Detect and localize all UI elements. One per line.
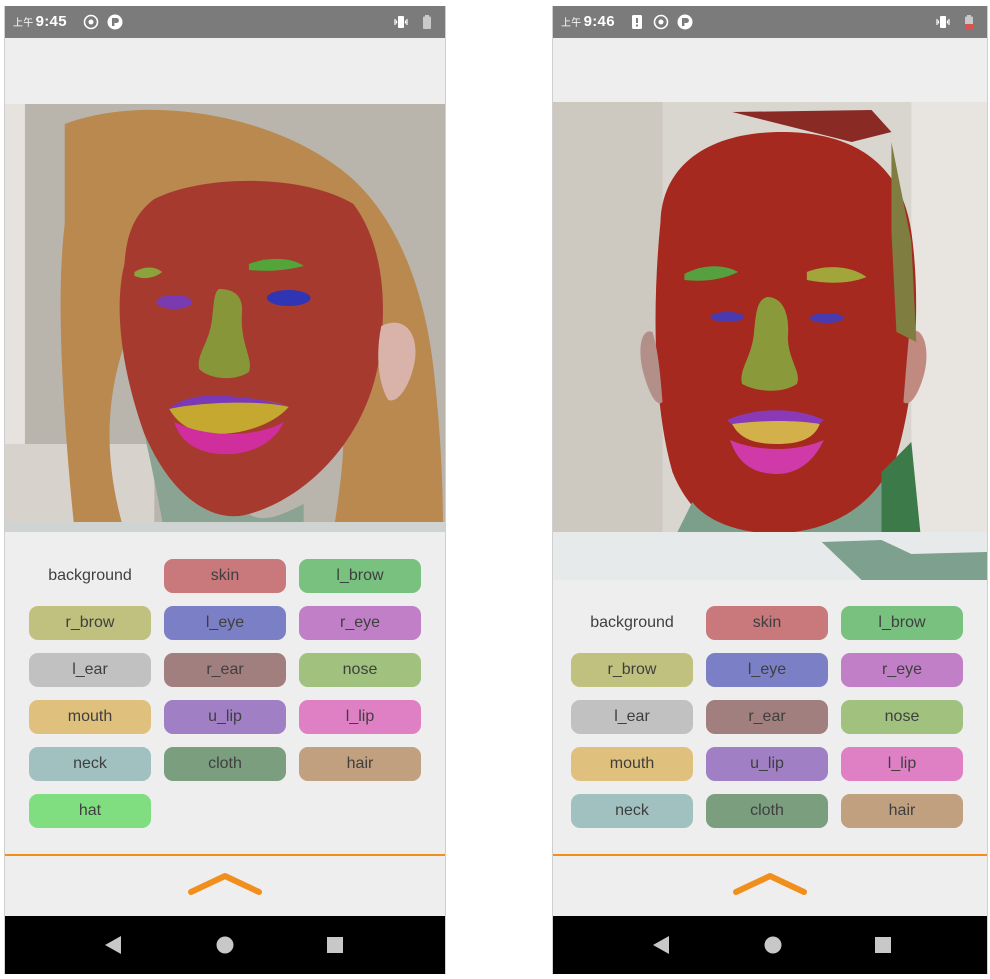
segmented-face-image	[5, 104, 445, 532]
app-notification-icon	[677, 14, 693, 30]
status-ampm: 上午	[561, 18, 582, 29]
label-legend: background skin l_brow r_brow l_eye r_ey…	[29, 559, 421, 828]
status-ampm: 上午	[13, 18, 34, 29]
app-header	[5, 38, 445, 104]
label-l-eye[interactable]: l_eye	[706, 653, 828, 687]
vibrate-icon	[936, 16, 950, 28]
status-icons-left	[83, 14, 123, 30]
app-notification-icon	[107, 14, 123, 30]
chevron-up-icon[interactable]	[730, 868, 810, 898]
comparison-stage: 上午 9:45 background skin l_brow r_brow l_…	[0, 0, 990, 979]
status-time: 上午 9:46	[561, 13, 615, 30]
segmented-face-image	[553, 102, 987, 580]
segmentation-overlay	[5, 104, 445, 532]
home-icon[interactable]	[213, 934, 237, 956]
label-background[interactable]: background	[571, 606, 693, 640]
location-icon	[83, 14, 99, 30]
label-l-lip[interactable]: l_lip	[841, 747, 963, 781]
label-u-lip[interactable]: u_lip	[164, 700, 286, 734]
label-l-lip[interactable]: l_lip	[299, 700, 421, 734]
home-icon[interactable]	[761, 934, 785, 956]
label-cloth[interactable]: cloth	[706, 794, 828, 828]
label-r-ear[interactable]: r_ear	[706, 700, 828, 734]
status-bar: 上午 9:45	[5, 6, 445, 38]
back-icon[interactable]	[649, 934, 673, 956]
orange-divider	[5, 854, 445, 856]
label-hair[interactable]: hair	[841, 794, 963, 828]
label-r-ear[interactable]: r_ear	[164, 653, 286, 687]
chevron-up-icon[interactable]	[185, 868, 265, 898]
label-skin[interactable]: skin	[706, 606, 828, 640]
location-icon	[653, 14, 669, 30]
label-r-brow[interactable]: r_brow	[29, 606, 151, 640]
label-neck[interactable]: neck	[29, 747, 151, 781]
status-clock: 9:45	[35, 13, 67, 30]
system-nav-bar	[5, 916, 445, 974]
label-u-lip[interactable]: u_lip	[706, 747, 828, 781]
recents-icon[interactable]	[871, 934, 895, 956]
alert-icon	[632, 15, 642, 29]
label-background[interactable]: background	[29, 559, 151, 593]
label-hair[interactable]: hair	[299, 747, 421, 781]
status-icons-right	[935, 14, 977, 30]
label-nose[interactable]: nose	[299, 653, 421, 687]
label-l-eye[interactable]: l_eye	[164, 606, 286, 640]
vibrate-icon	[394, 16, 408, 28]
recents-icon[interactable]	[323, 934, 347, 956]
status-bar: 上午 9:46	[553, 6, 987, 38]
label-l-ear[interactable]: l_ear	[571, 700, 693, 734]
label-hat[interactable]: hat	[29, 794, 151, 828]
app-header	[553, 38, 987, 104]
phone-screen-right: 上午 9:46 background skin l_brow r_brow l_…	[552, 6, 988, 974]
status-icons-left	[629, 14, 693, 30]
system-nav-bar	[553, 916, 987, 974]
label-r-eye[interactable]: r_eye	[841, 653, 963, 687]
battery-icon	[965, 15, 973, 29]
back-icon[interactable]	[101, 934, 125, 956]
label-l-ear[interactable]: l_ear	[29, 653, 151, 687]
label-nose[interactable]: nose	[841, 700, 963, 734]
battery-icon	[423, 15, 431, 29]
status-clock: 9:46	[583, 13, 615, 30]
label-cloth[interactable]: cloth	[164, 747, 286, 781]
segmentation-overlay	[553, 102, 987, 580]
orange-divider	[553, 854, 987, 856]
label-skin[interactable]: skin	[164, 559, 286, 593]
label-r-brow[interactable]: r_brow	[571, 653, 693, 687]
label-l-brow[interactable]: l_brow	[299, 559, 421, 593]
label-legend: background skin l_brow r_brow l_eye r_ey…	[571, 606, 963, 828]
label-r-eye[interactable]: r_eye	[299, 606, 421, 640]
label-mouth[interactable]: mouth	[29, 700, 151, 734]
label-mouth[interactable]: mouth	[571, 747, 693, 781]
phone-screen-left: 上午 9:45 background skin l_brow r_brow l_…	[4, 6, 446, 974]
label-neck[interactable]: neck	[571, 794, 693, 828]
status-time: 上午 9:45	[13, 13, 67, 30]
label-l-brow[interactable]: l_brow	[841, 606, 963, 640]
status-icons-right	[393, 14, 435, 30]
